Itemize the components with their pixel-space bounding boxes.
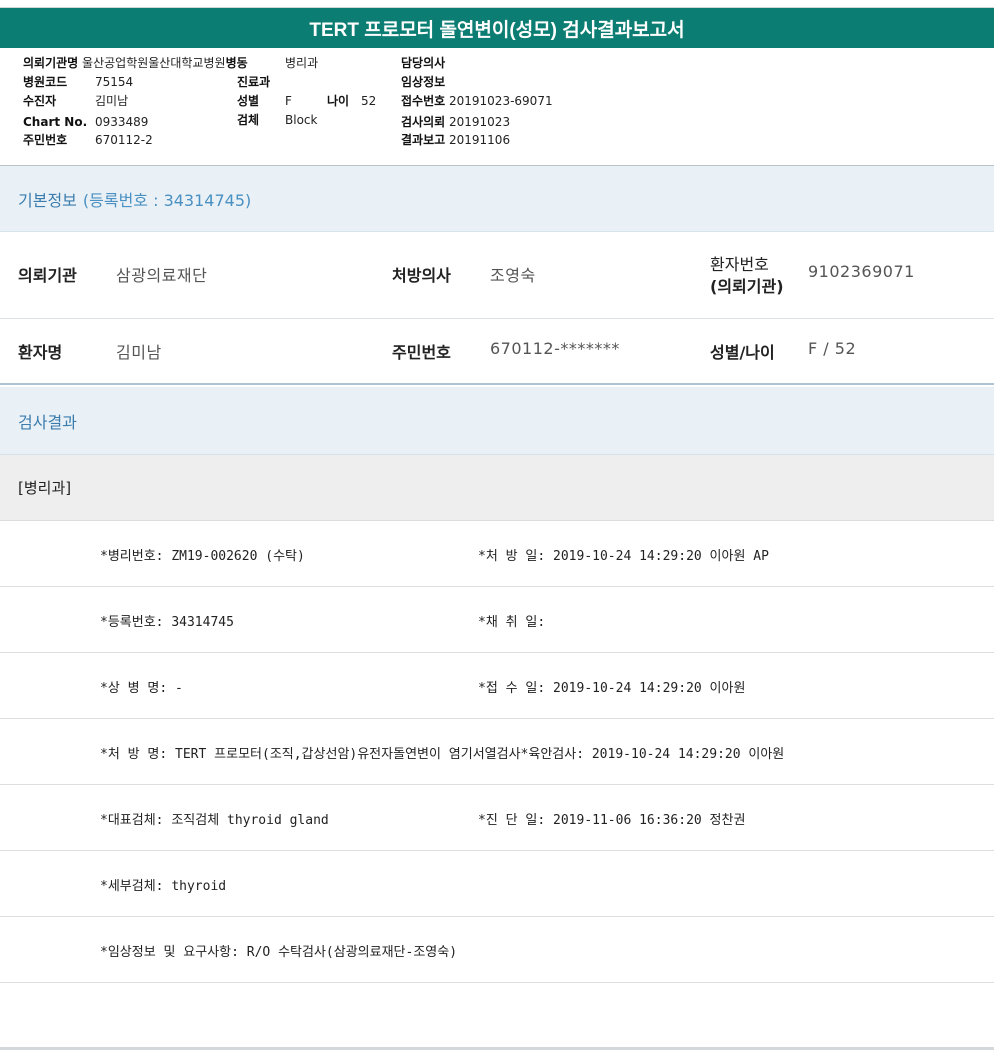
rrn-masked-value: 670112-*******	[490, 339, 620, 358]
patient-number-sublabel: (의뢰기관)	[710, 277, 784, 296]
sex-age-label: 성별/나이	[710, 343, 775, 362]
sex-age-value: F / 52	[808, 339, 857, 358]
collector-value: 김미남	[95, 94, 129, 108]
top-border	[0, 0, 994, 8]
age-label: 나이	[327, 92, 349, 111]
result-left: *세부검체: thyroid	[100, 878, 227, 894]
requesting-inst-label: 의뢰기관	[18, 266, 77, 285]
age-value: 52	[361, 94, 377, 108]
reception-field: 접수번호 20191023-69071	[401, 92, 553, 111]
sex-label-text: 성별	[237, 94, 260, 108]
patient-number-value: 9102369071	[808, 262, 915, 281]
chart-label-text: Chart No.	[23, 115, 88, 129]
clinical-field: 임상정보	[401, 73, 445, 92]
basic-info-row-2: 환자명 김미남 주민번호 670112-******* 성별/나이 F / 52	[0, 319, 994, 385]
result-row: *처 방 명: TERT 프로모터(조직,갑상선암)유전자돌연변이 염기서열검사…	[0, 719, 994, 785]
age-label-text: 나이	[327, 94, 350, 108]
rrn-masked-label: 주민번호	[392, 343, 451, 362]
registration-number: (등록번호 : 34314745)	[82, 190, 252, 210]
result-row: *등록번호: 34314745 *채 취 일:	[0, 587, 994, 653]
dept-label: 진료과	[237, 75, 271, 89]
rrn-label: 주민번호	[23, 131, 67, 150]
result-row: *병리번호: ZM19-002620 (수탁) *처 방 일: 2019-10-…	[0, 521, 994, 587]
result-row: *임상정보 및 요구사항: R/O 수탁검사(삼광의료재단-조영숙)	[0, 917, 994, 983]
institution-label: 의뢰기관명	[23, 56, 79, 70]
reception-label: 접수번호	[401, 94, 446, 108]
result-right: *접 수 일: 2019-10-24 14:29:20 이아원	[478, 680, 746, 696]
doctor-label: 담당의사	[401, 56, 446, 70]
chart-label: Chart No.	[23, 113, 87, 132]
ward-value: 병리과	[285, 56, 319, 70]
request-field: 검사의뢰 20191023	[401, 113, 510, 132]
result-left: *임상정보 및 요구사항: R/O 수탁검사(삼광의료재단-조영숙)	[100, 944, 458, 960]
request-label: 검사의뢰	[401, 115, 446, 129]
institution-field: 의뢰기관명 울산공업학원울산대학교병원병동	[23, 54, 248, 73]
collector-label: 수진자	[23, 92, 56, 111]
result-left: *등록번호: 34314745	[100, 614, 234, 630]
bottom-border	[0, 1047, 994, 1050]
rrn-value: 670112-2	[95, 133, 153, 147]
request-value: 20191023	[449, 115, 511, 129]
report-date-value: 20191106	[449, 133, 511, 147]
hospital-code-field: 병원코드	[23, 73, 67, 92]
requesting-inst-value: 삼광의료재단	[116, 266, 208, 285]
rrn-label-text: 주민번호	[23, 133, 68, 147]
report-date-field: 결과보고 20191106	[401, 131, 510, 150]
specimen-label: 검체	[237, 111, 259, 130]
clinical-label: 임상정보	[401, 75, 446, 89]
result-left: *대표검체: 조직검체 thyroid gland	[100, 812, 329, 828]
results-title: 검사결과	[18, 412, 77, 432]
result-row: *대표검체: 조직검체 thyroid gland *진 단 일: 2019-1…	[0, 785, 994, 851]
result-right: *진 단 일: 2019-11-06 16:36:20 정찬권	[478, 812, 746, 828]
patient-name-value: 김미남	[116, 343, 162, 362]
ward-field: 병리과	[285, 54, 318, 73]
prescriber-value: 조영숙	[490, 266, 536, 285]
result-right: *처 방 일: 2019-10-24 14:29:20 이아원 AP	[478, 548, 769, 564]
specimen-label-text: 검체	[237, 113, 260, 127]
result-left: *병리번호: ZM19-002620 (수탁)	[100, 548, 305, 564]
collector-label-text: 수진자	[23, 94, 57, 108]
hospital-code-value: 75154	[95, 75, 134, 89]
result-right: *채 취 일:	[478, 614, 546, 630]
report-title: TERT 프로모터 돌연변이(성모) 검사결과보고서	[0, 8, 994, 48]
sex-label: 성별	[237, 92, 259, 111]
ward-label: 병동	[225, 56, 248, 70]
doctor-field: 담당의사	[401, 54, 445, 73]
result-left: *상 병 명: -	[100, 680, 183, 696]
hospital-code-label: 병원코드	[23, 75, 68, 89]
prescriber-label: 처방의사	[392, 266, 451, 285]
dept-field: 진료과	[237, 73, 270, 92]
patient-number-label: 환자번호	[710, 255, 769, 274]
basic-info-row-1: 의뢰기관 삼광의료재단 처방의사 조영숙 환자번호 (의뢰기관) 9102369…	[0, 232, 994, 319]
chart-value: 0933489	[95, 115, 149, 129]
result-row: *상 병 명: - *접 수 일: 2019-10-24 14:29:20 이아…	[0, 653, 994, 719]
patient-name-label: 환자명	[18, 343, 63, 362]
institution-value: 울산공업학원울산대학교병원	[82, 56, 226, 70]
sex-value: F	[285, 94, 292, 108]
result-row: *세부검체: thyroid	[0, 851, 994, 917]
reception-value: 20191023-69071	[449, 94, 553, 108]
department-label: [병리과]	[18, 479, 72, 497]
department-row: [병리과]	[0, 455, 994, 521]
result-left: *처 방 명: TERT 프로모터(조직,갑상선암)유전자돌연변이 염기서열검사…	[100, 746, 785, 762]
basic-info-heading: 기본정보 (등록번호 : 34314745)	[0, 166, 994, 232]
specimen-value: Block	[285, 113, 318, 127]
results-heading: 검사결과	[0, 387, 994, 455]
report-header-info: 의뢰기관명 울산공업학원울산대학교병원병동 병리과 담당의사 병원코드 7515…	[0, 48, 994, 166]
basic-info-title: 기본정보	[18, 190, 77, 210]
report-date-label: 결과보고	[401, 133, 446, 147]
